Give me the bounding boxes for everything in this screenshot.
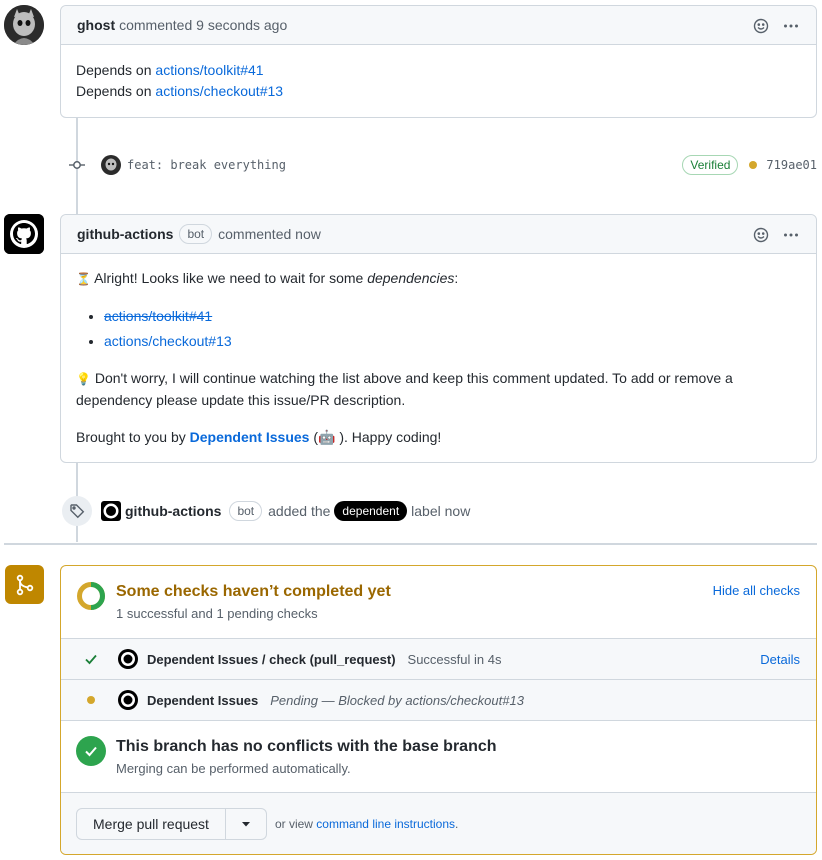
merge-status-icon: [5, 565, 44, 604]
check-name: Dependent Issues / check (pull_request): [147, 651, 396, 667]
comment-time[interactable]: 9 seconds ago: [196, 17, 287, 33]
merge-action-section: Merge pull request or view command line …: [61, 792, 816, 854]
comment-action: commented: [119, 17, 193, 33]
checks-summary: Some checks haven’t completed yet 1 succ…: [61, 566, 816, 638]
hide-checks-link[interactable]: Hide all checks: [713, 583, 800, 598]
caret-down-icon: [241, 822, 250, 827]
verified-badge[interactable]: Verified: [682, 155, 739, 175]
check-app-avatar: [118, 649, 138, 669]
comment-action[interactable]: commented now: [218, 226, 321, 242]
check-row: Dependent Issues Pending — Blocked by ac…: [61, 679, 816, 720]
success-check-icon: [76, 736, 106, 766]
commit-status-dot[interactable]: [749, 161, 758, 169]
comment-ghost: ghost commented 9 seconds ago Depends on…: [60, 5, 817, 118]
or-view-text: or view command line instructions.: [274, 817, 459, 831]
check-status: Successful in 4s: [407, 651, 502, 667]
comment-header: github-actions bot commented now: [61, 215, 816, 254]
ghost-avatar-icon: [4, 5, 44, 45]
commit-icon: [62, 157, 92, 173]
comment-body: Depends on actions/toolkit#41 Depends on…: [61, 45, 816, 117]
label-event: github-actions bot added the dependent l…: [62, 496, 470, 526]
conflicts-subtitle: Merging can be performed automatically.: [116, 761, 351, 776]
check-pending-icon: [76, 696, 106, 704]
comment-header: ghost commented 9 seconds ago: [61, 6, 816, 45]
cli-instructions-link[interactable]: command line instructions: [316, 817, 455, 831]
event-avatar[interactable]: [101, 501, 121, 521]
footer-paragraph: Brought to you by Dependent Issues (🤖 ).…: [76, 429, 442, 445]
dependency-link[interactable]: actions/toolkit#41: [155, 62, 263, 78]
bot-badge: bot: [179, 224, 213, 244]
check-app-avatar: [118, 690, 138, 710]
more-options-icon[interactable]: [782, 226, 800, 244]
dependency-link[interactable]: actions/checkout#13: [155, 83, 283, 99]
checks-title: Some checks haven’t completed yet: [116, 583, 391, 600]
check-status: Pending — Blocked by actions/checkout#13: [270, 692, 524, 708]
avatar[interactable]: [4, 5, 44, 45]
add-reaction-icon[interactable]: [752, 17, 770, 35]
more-options-icon[interactable]: [782, 17, 800, 35]
merge-box: Some checks haven’t completed yet 1 succ…: [60, 565, 817, 855]
timeline-divider: [4, 543, 817, 545]
merge-options-dropdown[interactable]: [225, 808, 267, 840]
hourglass-icon: ⏳: [76, 272, 91, 286]
tip-paragraph: 💡 Don't worry, I will continue watching …: [76, 370, 733, 408]
conflicts-title: This branch has no conflicts with the ba…: [116, 738, 497, 755]
checks-donut-icon: [76, 581, 106, 614]
dependency-list: actions/toolkit#41 actions/checkout#13: [76, 306, 801, 352]
list-item: actions/checkout#13: [104, 331, 801, 352]
dependency-line: Depends on actions/checkout#13: [76, 83, 284, 99]
add-reaction-icon[interactable]: [752, 226, 770, 244]
check-row: Dependent Issues / check (pull_request) …: [61, 638, 816, 679]
dependency-link[interactable]: actions/checkout#13: [104, 333, 232, 349]
comment-github-actions: github-actions bot commented now ⏳ Alrig…: [60, 214, 817, 463]
commit-sha[interactable]: 719ae01: [766, 158, 817, 172]
commit-author-avatar[interactable]: [101, 155, 121, 175]
label-badge[interactable]: dependent: [334, 501, 408, 521]
event-suffix: label now: [411, 503, 471, 519]
list-item: actions/toolkit#41: [104, 306, 801, 327]
comment-author[interactable]: ghost: [77, 17, 115, 33]
checks-subtitle: 1 successful and 1 pending checks: [116, 606, 318, 621]
intro-paragraph: ⏳ Alright! Looks like we need to wait fo…: [76, 270, 459, 286]
dependency-line: Depends on actions/toolkit#41: [76, 62, 264, 78]
event-actor[interactable]: github-actions: [125, 503, 221, 519]
tag-icon: [62, 496, 92, 526]
lightbulb-icon: 💡: [76, 372, 91, 386]
check-name: Dependent Issues: [147, 692, 259, 708]
conflicts-section: This branch has no conflicts with the ba…: [61, 720, 816, 792]
event-action: added the: [268, 503, 331, 519]
comment-author[interactable]: github-actions: [77, 226, 173, 242]
dependency-link[interactable]: actions/toolkit#41: [104, 308, 212, 324]
commit-event: feat: break everything Verified 719ae01: [62, 150, 817, 180]
bot-badge: bot: [229, 501, 263, 521]
avatar[interactable]: [4, 214, 44, 254]
details-link[interactable]: Details: [760, 652, 800, 667]
github-logo-icon: [4, 214, 44, 254]
commit-message[interactable]: feat: break everything: [127, 158, 286, 172]
check-success-icon: [76, 651, 106, 667]
merge-pull-request-button[interactable]: Merge pull request: [76, 808, 226, 840]
dependent-issues-link[interactable]: Dependent Issues: [190, 429, 310, 445]
comment-body: ⏳ Alright! Looks like we need to wait fo…: [61, 254, 816, 463]
